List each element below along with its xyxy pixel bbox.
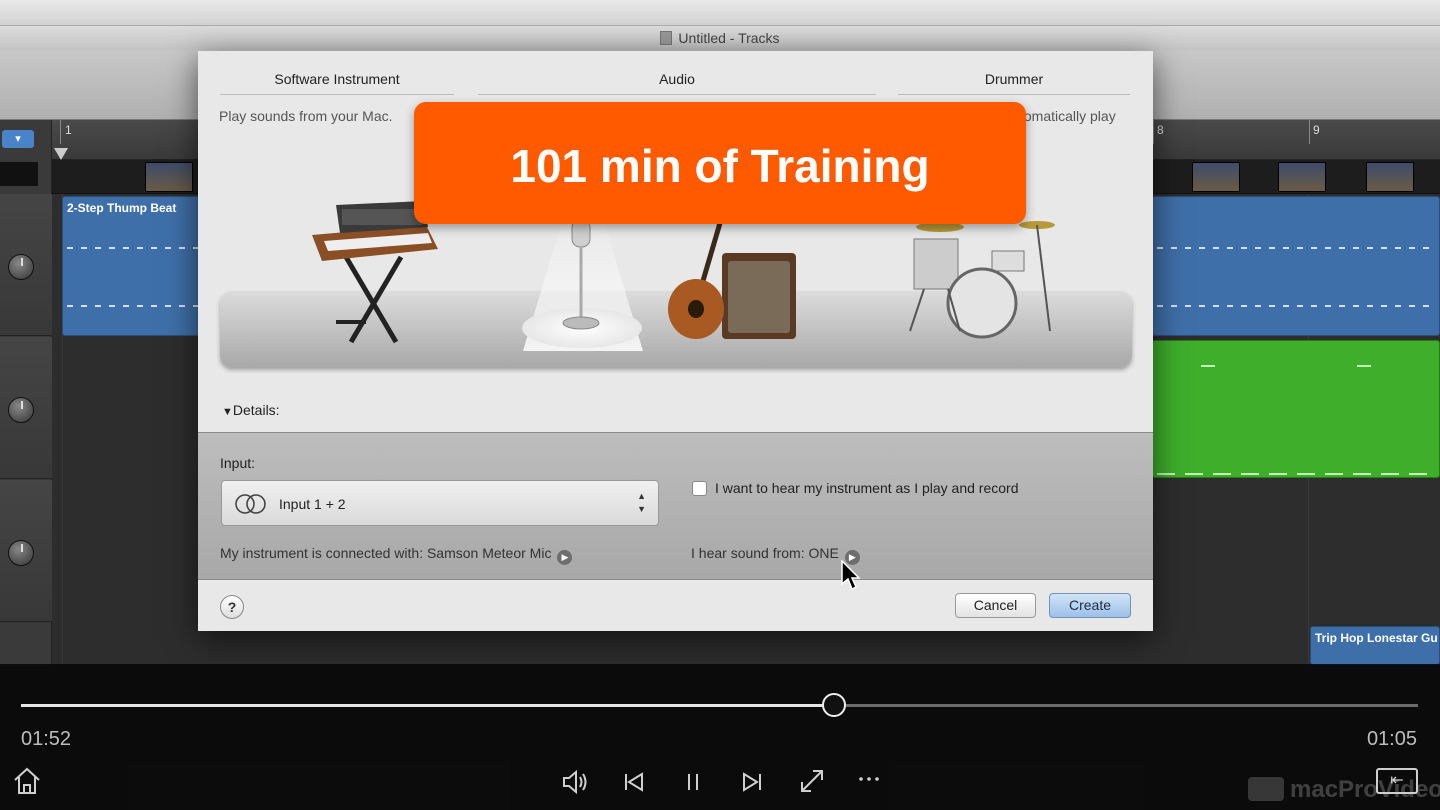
audio-region[interactable] [1152,196,1440,336]
tab-label: Drummer [984,71,1044,87]
microphone-icon[interactable] [556,219,606,339]
drummer-description: tomatically play [1020,108,1116,124]
exit-fullscreen-icon[interactable]: ⇤ [1376,768,1418,794]
fullscreen-icon[interactable] [799,768,825,794]
info-arrow-icon[interactable]: ▶ [557,550,573,565]
tab-audio[interactable]: Audio [478,71,876,95]
waveform [1157,305,1435,307]
tab-label: Software Instrument [274,71,400,87]
ruler-tick [1309,120,1310,144]
input-select[interactable]: Input 1 + 2 ▲ ▼ [221,480,659,526]
ruler-marker-1: 1 [65,123,72,137]
monitoring-label: I want to hear my instrument as I play a… [715,480,1019,496]
audio-region[interactable]: Trip Hop Lonestar Gu [1310,626,1440,665]
audio-region[interactable]: 2-Step Thump Beat [62,196,212,336]
tab-drummer[interactable]: Drummer [898,71,1130,95]
ruler-tick [60,120,61,144]
tab-software-instrument[interactable]: Software Instrument [220,71,454,95]
document-icon [660,31,673,45]
ruler-marker-8: 8 [1157,123,1164,137]
output-device[interactable]: I hear sound from: ONE ▶ [691,545,860,565]
stereo-input-icon [235,494,266,514]
volume-icon[interactable] [561,768,591,796]
movie-frame [145,162,193,192]
movie-frame [1192,162,1240,192]
home-icon[interactable] [12,766,42,796]
monitoring-option[interactable]: I want to hear my instrument as I play a… [692,480,1018,496]
promo-text: 101 min of Training [510,140,930,192]
midi-region[interactable] [1152,340,1440,478]
waveform [67,247,207,249]
region-label: 2-Step Thump Beat [67,201,177,215]
waveform [67,305,207,307]
more-icon[interactable] [858,774,880,784]
details-label: Details: [232,402,280,418]
midi-note [1201,365,1215,367]
watermark-icon [1248,777,1284,801]
track-filter-button[interactable]: ▾ [2,130,34,148]
track-headers [0,120,52,665]
scrubber-progress [21,704,835,707]
movie-frame [1278,162,1326,192]
ruler-tick [1153,120,1154,144]
mouse-cursor-icon [841,560,861,591]
output-label: I hear sound from: ONE [691,545,839,561]
disclosure-triangle-icon: ▼ [222,406,233,418]
select-arrows-icon: ▲ ▼ [637,491,646,514]
ruler-marker-9: 9 [1313,123,1320,137]
pan-knob[interactable] [8,254,34,280]
playhead-marker[interactable] [54,148,68,160]
pan-knob[interactable] [8,540,34,566]
video-player-controls: 01:52 01:05 macProVideo ⇤ [0,664,1440,810]
pan-knob[interactable] [8,397,34,423]
window-title: Untitled - Tracks [0,30,1440,46]
tab-label: Audio [659,71,695,87]
menu-bar [0,0,1440,26]
help-button[interactable]: ? [220,595,244,619]
movie-frame [1366,162,1414,192]
waveform [1157,247,1435,249]
midi-note [1357,365,1371,367]
track-header[interactable] [0,337,52,479]
previous-icon[interactable] [622,770,646,794]
guitar-amp-icon[interactable] [664,221,804,343]
pause-icon[interactable] [682,770,704,794]
create-button[interactable]: Create [1049,593,1131,618]
software-instrument-description: Play sounds from your Mac. [219,108,393,124]
input-select-value: Input 1 + 2 [279,496,346,512]
monitoring-checkbox[interactable] [692,481,707,496]
scrubber[interactable] [21,693,1418,717]
movie-track-header [0,162,38,186]
next-icon[interactable] [740,770,764,794]
remaining-time: 01:05 [1366,728,1417,750]
details-disclosure[interactable]: ▼Details: [222,402,280,418]
track-header[interactable] [0,480,52,622]
cancel-button[interactable]: Cancel [955,593,1036,618]
connection-label: My instrument is connected with: Samson … [220,545,552,561]
promo-banner: 101 min of Training [414,102,1026,224]
track-header[interactable] [0,194,52,336]
drum-kit-icon[interactable] [890,213,1070,339]
midi-notes [1157,473,1435,475]
region-label: Trip Hop Lonestar Gu [1315,631,1438,645]
scrubber-handle[interactable] [822,693,847,717]
details-panel: Input: Input 1 + 2 ▲ ▼ I want to hear my … [198,432,1153,580]
input-label: Input: [220,455,256,471]
elapsed-time: 01:52 [21,728,72,750]
window-title-text: Untitled - Tracks [678,30,780,46]
instrument-connection[interactable]: My instrument is connected with: Samson … [220,545,573,565]
